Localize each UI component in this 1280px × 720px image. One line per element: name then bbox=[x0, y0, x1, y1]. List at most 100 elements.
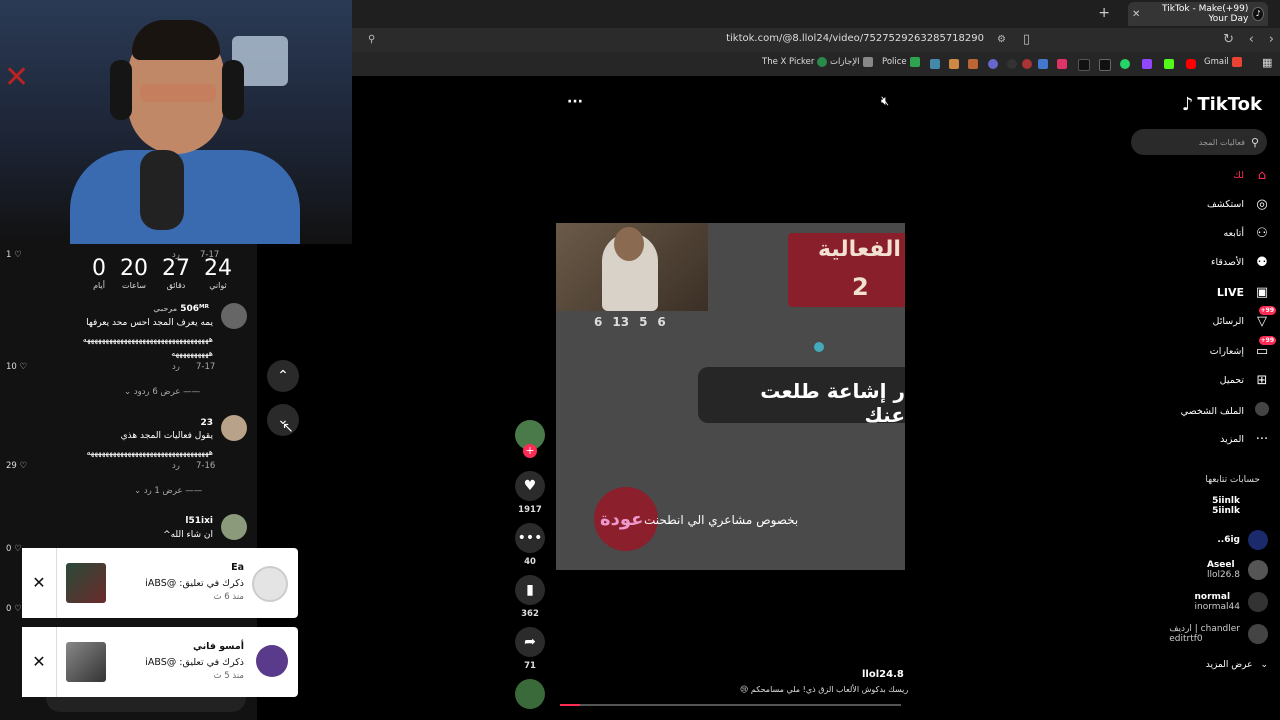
sidebar-item-notifications[interactable]: ▭ 99+ إشعارات bbox=[1210, 336, 1276, 359]
comment-like[interactable]: 10 ♡ bbox=[6, 362, 27, 372]
sidebar-item-foryou[interactable]: ⌂ لك bbox=[1233, 168, 1270, 183]
bookmark-police[interactable]: Police bbox=[882, 57, 920, 67]
sidebar-item-messages[interactable]: ▽ 99+ الرسائل bbox=[1212, 306, 1276, 329]
following-item[interactable]: Aseel llol26.8 bbox=[1207, 560, 1268, 580]
following-item[interactable]: normal inormal44 bbox=[1195, 592, 1268, 612]
notification-thumbnail bbox=[66, 642, 106, 682]
video-countdown-digit: 13 bbox=[612, 315, 630, 329]
bookmark-icon-2[interactable] bbox=[949, 59, 959, 69]
countdown-days: 0 أيام bbox=[92, 256, 106, 290]
bookmark-icon-3[interactable] bbox=[968, 59, 978, 69]
countdown-label: ثواني bbox=[209, 281, 227, 290]
comment-avatar[interactable] bbox=[221, 415, 247, 441]
forward-icon[interactable]: › bbox=[1269, 32, 1274, 47]
close-icon[interactable]: ✕ bbox=[22, 548, 57, 618]
twitch-icon[interactable] bbox=[1142, 59, 1152, 69]
comment-username[interactable]: 23 bbox=[200, 418, 213, 428]
mention-notification[interactable]: ✕ أمسو فاني ذكرك في تعليق: @iABS منذ 5 ث bbox=[22, 627, 298, 697]
comment-username[interactable]: l51ixi bbox=[185, 516, 213, 526]
instagram-icon[interactable] bbox=[1057, 59, 1067, 69]
notification-thumbnail bbox=[66, 563, 106, 603]
like-button[interactable]: ♥ 1917 bbox=[513, 471, 547, 515]
sidebar-item-profile[interactable]: الملف الشخصي bbox=[1181, 402, 1270, 420]
video-title-line1: الفعالية bbox=[818, 237, 901, 262]
kick-icon[interactable] bbox=[1164, 59, 1174, 69]
sidebar-item-label: الرسائل bbox=[1212, 316, 1244, 327]
tiktok-favicon-icon: ♪ bbox=[1252, 7, 1264, 21]
all-bookmarks-icon[interactable]: ▦ bbox=[1262, 56, 1272, 69]
comment-button[interactable]: ••• 40 bbox=[513, 523, 547, 567]
following-handle: llol26.8 bbox=[1206, 570, 1240, 580]
show-replies[interactable]: ⌄ عرض 6 ردود —— bbox=[124, 387, 200, 397]
video-bubble-text: ر إشاعة طلعت عنك bbox=[760, 379, 905, 427]
bookmark-label: Gmail bbox=[1204, 57, 1229, 67]
reply-link[interactable]: رد bbox=[172, 362, 180, 372]
url-field[interactable]: tiktok.com/@8.llol24/video/7527529263285… bbox=[726, 33, 984, 44]
comment-avatar[interactable] bbox=[221, 514, 247, 540]
notification-time: منذ 5 ث bbox=[213, 671, 244, 681]
sound-disc-button[interactable] bbox=[513, 679, 547, 709]
bookmark-icon-4[interactable] bbox=[988, 59, 998, 69]
comment-text: هههههههههههههههههههههههههههههههههه bbox=[86, 448, 213, 457]
search-input[interactable]: ⚲ فعاليات المجد bbox=[1131, 129, 1267, 155]
following-item[interactable]: 6ig.. bbox=[1217, 530, 1268, 550]
sidebar-item-following[interactable]: ⚇ أتابعه bbox=[1224, 226, 1271, 241]
sidebar-item-label: أتابعه bbox=[1223, 228, 1245, 239]
sidebar-item-upload[interactable]: ⊞ تحميل bbox=[1220, 373, 1270, 388]
comment-like[interactable]: 29 ♡ bbox=[6, 461, 27, 471]
show-more-following[interactable]: ⌄ عرض المزيد bbox=[1206, 660, 1268, 670]
sidebar-item-friends[interactable]: ⚉ الأصدقاء bbox=[1211, 255, 1270, 270]
creator-avatar-button[interactable]: + bbox=[513, 420, 547, 458]
comment-like[interactable]: 1 ♡ bbox=[6, 250, 22, 260]
comment-like[interactable]: 0 ♡ bbox=[6, 544, 22, 554]
video-progress-fill bbox=[560, 704, 581, 706]
youtube-icon[interactable] bbox=[1186, 59, 1196, 69]
comment-avatar[interactable] bbox=[221, 303, 247, 329]
countdown-value: 20 bbox=[120, 256, 148, 281]
tiktok-bookmark-icon[interactable] bbox=[1078, 59, 1090, 71]
bookmark-gmail[interactable]: Gmail bbox=[1204, 57, 1242, 67]
following-item[interactable]: 5iinlk 5iinlk bbox=[1212, 496, 1240, 516]
mute-icon[interactable]: 🔇︎ bbox=[881, 94, 889, 109]
show-replies[interactable]: ⌄ عرض 1 رد —— bbox=[134, 486, 202, 496]
following-avatar bbox=[1248, 624, 1268, 644]
reload-icon[interactable]: ↻ bbox=[1223, 32, 1234, 47]
save-button[interactable]: ▮ 362 bbox=[513, 575, 547, 619]
countdown-value: 0 bbox=[92, 256, 106, 281]
video-progress-bar[interactable] bbox=[560, 704, 901, 706]
bookmark-vacations[interactable]: الإجازات bbox=[830, 57, 873, 67]
bookmark-x-picker[interactable]: The X Picker bbox=[762, 57, 828, 67]
sidebar-item-explore[interactable]: ◎ استكشف bbox=[1207, 197, 1270, 212]
previous-video-button[interactable]: ⌃ bbox=[267, 360, 299, 392]
back-icon[interactable]: ‹ bbox=[1249, 32, 1254, 47]
bookmark-icon[interactable]: ▯ bbox=[1023, 32, 1030, 47]
whatsapp-icon[interactable] bbox=[1120, 59, 1130, 69]
bookmark-icon-5[interactable] bbox=[1022, 59, 1032, 69]
mention-notification[interactable]: ✕ Ea ذكرك في تعليق: @iABS منذ 6 ث bbox=[22, 548, 298, 618]
close-tab-icon[interactable]: ✕ bbox=[1132, 9, 1140, 20]
following-item[interactable]: chandler | ارديف editrtf0 bbox=[1169, 624, 1268, 644]
close-icon[interactable]: ✕ bbox=[22, 627, 57, 697]
like-count: 1917 bbox=[518, 505, 542, 515]
new-tab-icon[interactable]: + bbox=[1098, 5, 1110, 21]
extension-icon[interactable]: ⚲ bbox=[368, 34, 375, 45]
comment-like[interactable]: 0 ♡ bbox=[6, 604, 22, 614]
sidebar-item-more[interactable]: ··· المزيد bbox=[1220, 432, 1270, 447]
list-icon bbox=[862, 57, 873, 67]
github-icon[interactable] bbox=[1007, 59, 1017, 69]
share-button[interactable]: ➦ 71 bbox=[513, 627, 547, 671]
bookmark-label: Police bbox=[882, 57, 907, 67]
video-author[interactable]: llol24.8 bbox=[862, 669, 904, 680]
browser-tab[interactable]: ♪ (99+)TikTok - Make Your Day ✕ bbox=[1128, 2, 1268, 26]
bookmark-icon-1[interactable] bbox=[930, 59, 940, 69]
follow-plus-icon[interactable]: + bbox=[523, 444, 537, 458]
video-player[interactable]: 6 13 5 6 الفعالية 2 ر إشاعة طلعت عنك عود… bbox=[556, 223, 905, 570]
more-options-icon[interactable]: ··· bbox=[567, 94, 583, 110]
reply-link[interactable]: رد bbox=[172, 461, 180, 471]
bookmark-icon-6[interactable] bbox=[1038, 59, 1048, 69]
tiktok-logo[interactable]: ♪ TikTok bbox=[1182, 94, 1262, 115]
sidebar-item-live[interactable]: ▣ LIVE bbox=[1217, 285, 1270, 300]
site-settings-icon[interactable]: ⚙ bbox=[997, 34, 1006, 45]
x-icon[interactable] bbox=[1099, 59, 1111, 71]
comment-username[interactable]: 506ᴹᴿ مرحبي bbox=[153, 304, 209, 314]
